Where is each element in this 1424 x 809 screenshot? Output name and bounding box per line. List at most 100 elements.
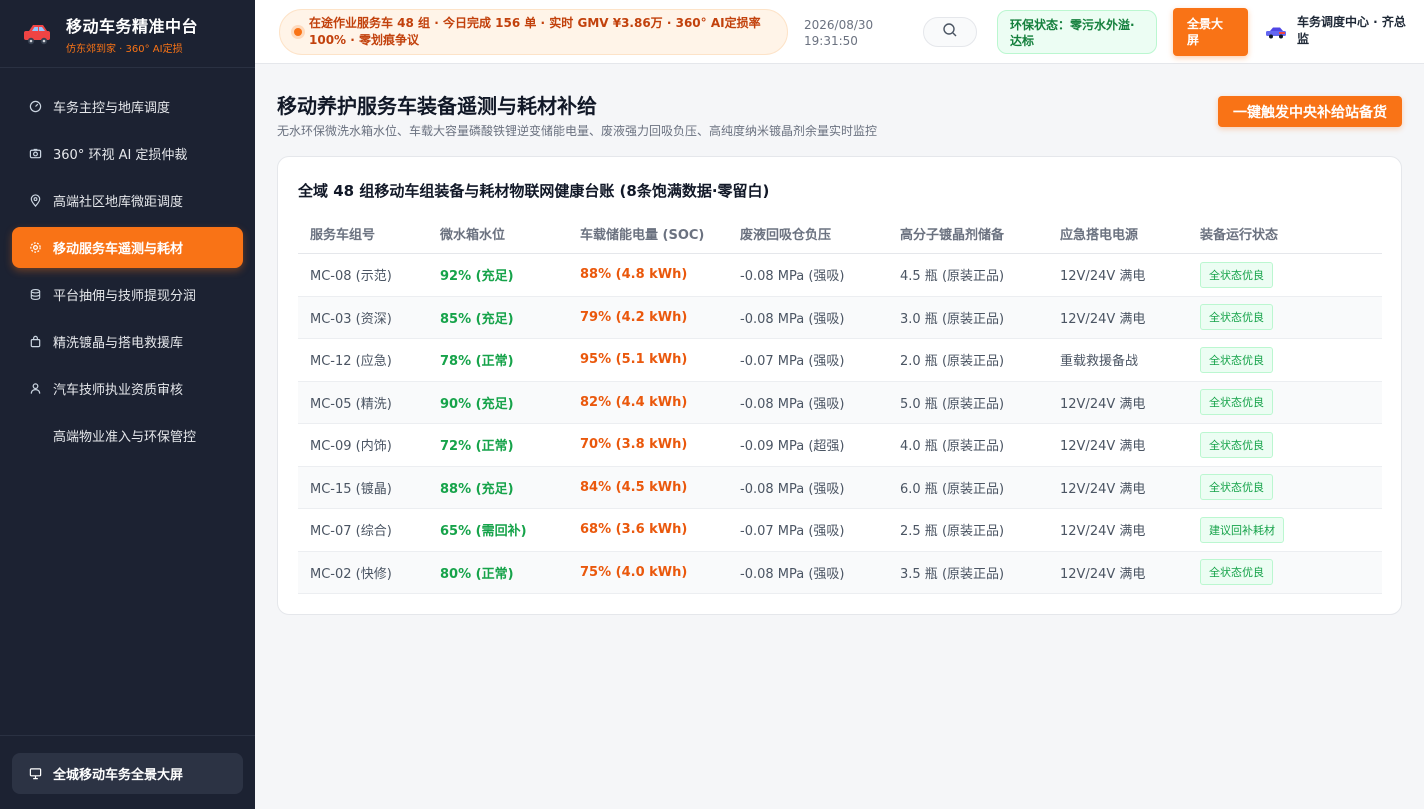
brand-subtitle: 仿东郊到家 · 360° AI定损 [66,43,183,55]
top-header: 在途作业服务车 48 组 · 今日完成 156 单 · 实时 GMV ¥3.86… [255,0,1424,64]
table-body: MC-08 (示范) 92% (充足) 88% (4.8 kWh) -0.08 MPa… [298,254,1382,594]
table-row[interactable]: MC-02 (快修) 80% (正常) 75% (4.0 kWh) -0.08 MPa… [298,551,1382,594]
sidebar-item-technician[interactable]: 汽车技师执业资质审核 [12,368,243,409]
emergency-power-cell: 12V/24V 满电 [1060,269,1146,285]
ticker-text: 在途作业服务车 48 组 · 今日完成 156 单 · 实时 GMV ¥3.86… [309,16,761,47]
user-icon [28,382,42,396]
coating-stock-cell: 3.0 瓶 (原装正品) [900,311,1005,327]
status-badge: 全状态优良 [1200,431,1273,458]
vacuum-pressure-cell: -0.08 MPa (强吸) [740,566,845,582]
vacuum-pressure-cell: -0.08 MPa (强吸) [740,311,845,327]
coating-stock-cell: 5.0 瓶 (原装正品) [900,396,1005,412]
restock-button[interactable]: 一键触发中央补给站备货 [1218,96,1402,127]
vehicle-id-cell: MC-09 (内饰) [310,439,392,455]
status-cell: 全状态优良 [1188,389,1308,416]
status-badge: 全状态优良 [1200,559,1273,586]
sidebar-footer: 全城移动车务全景大屏 [0,735,255,809]
sidebar-item-telemetry[interactable]: 移动服务车遥测与耗材 [12,227,243,268]
column-header: 服务车组号 [310,228,376,243]
location-pin-icon [28,194,42,208]
database-icon [28,288,42,302]
table-row[interactable]: MC-15 (镀晶) 88% (充足) 84% (4.5 kWh) -0.08 MPa… [298,466,1382,509]
battery-soc-cell: 75% (4.0 kWh) [580,564,688,580]
column-header: 车载储能电量 (SOC) [580,228,705,243]
bag-icon [28,335,42,349]
ledger-table: 服务车组号 微水箱水位 车载储能电量 (SOC) 废液回吸仓负压 高分子镀晶剂储… [298,214,1382,594]
battery-soc-cell: 79% (4.2 kWh) [580,309,688,325]
panorama-screen-label: 全城移动车务全景大屏 [53,768,184,783]
datetime: 2026/08/30 19:31:50 [804,17,873,49]
column-header: 微水箱水位 [440,228,506,243]
vacuum-pressure-cell: -0.09 MPa (超强) [740,439,845,455]
sidebar-item-label: 汽车技师执业资质审核 [53,383,184,398]
search-icon [942,22,958,42]
table-row[interactable]: MC-09 (内饰) 72% (正常) 70% (3.8 kWh) -0.09 MPa… [298,424,1382,467]
water-level-cell: 65% (需回补) [440,524,527,540]
vehicle-id-cell: MC-05 (精洗) [310,396,392,412]
vehicle-id-cell: MC-15 (镀晶) [310,481,392,497]
vacuum-pressure-cell: -0.07 MPa (强吸) [740,354,845,370]
monitor-icon [28,767,42,781]
search-button[interactable] [923,17,977,47]
sidebar-item-dispatch[interactable]: 车务主控与地库调度 [12,86,243,127]
status-cell: 建议回补耗材 [1188,516,1308,543]
status-badge: 全状态优良 [1200,346,1273,373]
coating-stock-cell: 6.0 瓶 (原装正品) [900,481,1005,497]
emergency-power-cell: 12V/24V 满电 [1060,396,1146,412]
sidebar-item-coating[interactable]: 精洗镀晶与搭电救援库 [12,321,243,362]
sidebar-item-property[interactable]: 高端物业准入与环保管控 [12,415,243,456]
table-row[interactable]: MC-05 (精洗) 90% (充足) 82% (4.4 kWh) -0.08 MPa… [298,381,1382,424]
env-status-badge: 环保状态：零污水外溢·达标 [997,10,1157,54]
battery-soc-cell: 95% (5.1 kWh) [580,352,688,368]
column-header: 应急搭电电源 [1060,228,1139,243]
water-level-cell: 85% (充足) [440,311,514,327]
coating-stock-cell: 4.5 瓶 (原装正品) [900,269,1005,285]
emergency-power-cell: 12V/24V 满电 [1060,566,1146,582]
brand: 移动车务精准中台 仿东郊到家 · 360° AI定损 [0,0,255,68]
table-row[interactable]: MC-03 (资深) 85% (充足) 79% (4.2 kWh) -0.08 MPa… [298,296,1382,339]
sidebar-item-label: 移动服务车遥测与耗材 [53,242,184,257]
gear-icon [28,241,42,255]
battery-soc-cell: 84% (4.5 kWh) [580,479,688,495]
table-row[interactable]: MC-08 (示范) 92% (充足) 88% (4.8 kWh) -0.08 MPa… [298,254,1382,297]
panorama-button[interactable]: 全景大屏 [1173,8,1248,56]
page-title: 移动养护服务车装备遥测与耗材补给 [277,94,597,118]
emergency-power-cell: 12V/24V 满电 [1060,439,1146,455]
sidebar: 移动车务精准中台 仿东郊到家 · 360° AI定损 车务主控与地库调度 360… [0,0,255,809]
emergency-power-cell: 重载救援备战 [1060,354,1139,370]
column-header: 高分子镀晶剂储备 [900,228,1005,243]
user-menu[interactable]: 车务调度中心 · 齐总监 [1265,14,1407,48]
vehicle-id-cell: MC-03 (资深) [310,311,392,327]
sidebar-item-label: 车务主控与地库调度 [53,101,171,116]
sidebar-nav: 车务主控与地库调度 360° 环视 AI 定损仲裁 高端社区地库微距调度 移动服… [0,68,255,456]
coating-stock-cell: 4.0 瓶 (原装正品) [900,439,1005,455]
car-logo-icon [22,22,54,46]
ledger-card: 全域 48 组移动车组装备与耗材物联网健康台账 (8条饱满数据·零留白) 服务车… [277,156,1402,615]
vehicle-id-cell: MC-08 (示范) [310,269,392,285]
sidebar-item-ai-damage[interactable]: 360° 环视 AI 定损仲裁 [12,133,243,174]
status-badge: 全状态优良 [1200,474,1273,501]
table-header-row: 服务车组号 微水箱水位 车载储能电量 (SOC) 废液回吸仓负压 高分子镀晶剂储… [298,214,1382,254]
status-cell: 全状态优良 [1188,304,1308,331]
vacuum-pressure-cell: -0.08 MPa (强吸) [740,481,845,497]
column-header: 装备运行状态 [1200,228,1279,243]
table-row[interactable]: MC-07 (综合) 65% (需回补) 68% (3.6 kWh) -0.07 MP… [298,509,1382,552]
vacuum-pressure-cell: -0.07 MPa (强吸) [740,524,845,540]
status-cell: 全状态优良 [1188,346,1308,373]
sidebar-item-label: 高端社区地库微距调度 [53,195,184,210]
live-ticker: 在途作业服务车 48 组 · 今日完成 156 单 · 实时 GMV ¥3.86… [279,9,788,55]
sidebar-item-label: 精洗镀晶与搭电救援库 [53,336,184,351]
vehicle-id-cell: MC-07 (综合) [310,524,392,540]
coating-stock-cell: 2.0 瓶 (原装正品) [900,354,1005,370]
panorama-screen-button[interactable]: 全城移动车务全景大屏 [12,753,243,794]
battery-soc-cell: 82% (4.4 kWh) [580,394,688,410]
water-level-cell: 80% (正常) [440,566,514,582]
table-row[interactable]: MC-12 (应急) 78% (正常) 95% (5.1 kWh) -0.07 MPa… [298,339,1382,382]
sidebar-item-label: 360° 环视 AI 定损仲裁 [53,148,188,163]
water-level-cell: 78% (正常) [440,354,514,370]
sidebar-item-garage[interactable]: 高端社区地库微距调度 [12,180,243,221]
time-text: 19:31:50 [804,34,858,48]
sidebar-item-commission[interactable]: 平台抽佣与技师提现分润 [12,274,243,315]
status-cell: 全状态优良 [1188,261,1308,288]
coating-stock-cell: 2.5 瓶 (原装正品) [900,524,1005,540]
